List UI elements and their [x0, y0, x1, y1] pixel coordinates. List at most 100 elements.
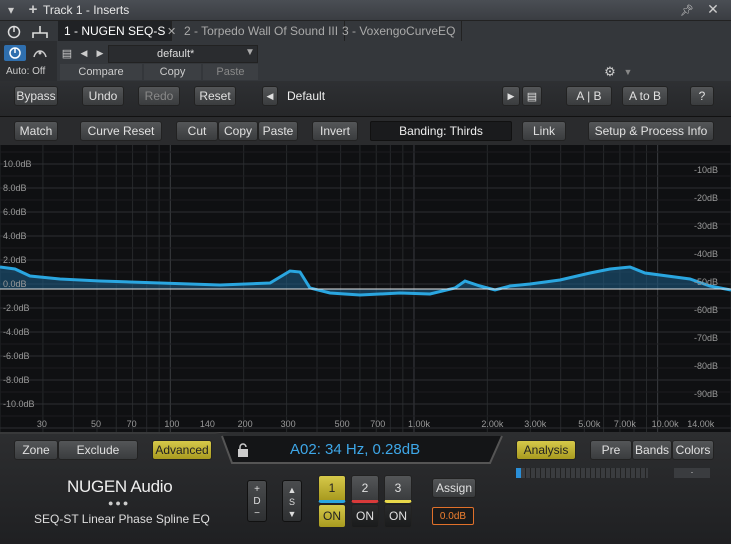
product-name: SEQ-ST Linear Phase Spline EQ	[34, 512, 210, 526]
brand-dots: ●●●	[108, 498, 131, 508]
db-label-left: 2.0dB	[3, 255, 27, 265]
bands-button[interactable]: Bands	[632, 440, 672, 460]
collapse-icon[interactable]: ▾	[4, 3, 18, 17]
db-label-left: -10.0dB	[3, 399, 35, 409]
meter-control[interactable]: ·	[674, 468, 710, 478]
db-label-left: 6.0dB	[3, 207, 27, 217]
db-label-left: -6.0dB	[3, 351, 30, 361]
auto-label: Auto: Off	[6, 66, 46, 77]
curve-reset-button[interactable]: Curve Reset	[80, 121, 162, 141]
slot-2-button[interactable]: 2	[351, 475, 379, 503]
invert-button[interactable]: Invert	[312, 121, 358, 141]
paste-button[interactable]: Paste	[203, 64, 258, 80]
slot-2-on-button[interactable]: ON	[351, 504, 379, 528]
link-button[interactable]: Link	[522, 121, 566, 141]
setup-process-info-button[interactable]: Setup & Process Info	[588, 121, 714, 141]
reset-button[interactable]: Reset	[194, 86, 236, 106]
banding-select[interactable]: Banding: Thirds	[370, 121, 512, 141]
freq-label: 300	[280, 419, 296, 429]
prev-preset-icon[interactable]: ◀	[78, 46, 90, 60]
a-to-b-button[interactable]: A to B	[622, 86, 668, 106]
freq-label: 100	[164, 419, 180, 429]
help-button[interactable]: ?	[690, 86, 714, 106]
eq-graph-canvas[interactable]	[0, 145, 731, 432]
db-label-left: 4.0dB	[3, 231, 27, 241]
freq-label: 5.00k	[578, 419, 601, 429]
freq-label: 200	[237, 419, 253, 429]
slot-3-on-button[interactable]: ON	[384, 504, 412, 528]
d-stepper[interactable]: + D −	[247, 480, 267, 522]
assign-button[interactable]: Assign	[432, 478, 476, 498]
redo-button[interactable]: Redo	[138, 86, 180, 106]
tab-seq[interactable]: 1 - NUGEN SEQ-S	[58, 21, 173, 41]
gain-readout[interactable]: 0.0dB	[432, 507, 474, 525]
s-stepper[interactable]: ▲ S ▼	[282, 480, 302, 522]
freq-label: 3.00k	[524, 419, 547, 429]
db-label-left: -4.0dB	[3, 327, 30, 337]
routing-icon[interactable]	[30, 24, 50, 40]
exclude-button[interactable]: Exclude	[58, 440, 138, 460]
copy-curve-button[interactable]: Copy	[218, 121, 258, 141]
analysis-button[interactable]: Analysis	[516, 440, 576, 460]
gear-icon[interactable]: ⚙	[602, 64, 618, 80]
prev-preset-button[interactable]: ◀	[262, 86, 278, 106]
colors-button[interactable]: Colors	[672, 440, 714, 460]
tab-voxengo[interactable]: 3 - VoxengoCurveEQ	[336, 21, 463, 41]
pre-button[interactable]: Pre	[590, 440, 632, 460]
window-title: Track 1 - Inserts	[43, 3, 130, 17]
lock-icon[interactable]	[236, 442, 250, 458]
advanced-button[interactable]: Advanced	[152, 440, 212, 460]
slot-1-button[interactable]: 1	[318, 475, 346, 503]
zone-button[interactable]: Zone	[14, 440, 58, 460]
db-label-left: 10.0dB	[3, 159, 32, 169]
d-label: D	[253, 496, 261, 507]
tab-torpedo[interactable]: 2 - Torpedo Wall Of Sound III	[178, 21, 346, 41]
freq-label: 30	[36, 419, 47, 429]
bypass-button[interactable]: Bypass	[14, 86, 58, 106]
freq-label: 70	[126, 419, 137, 429]
brand-logo: NUGEN Audio	[67, 477, 173, 496]
freq-label: 2.00k	[481, 419, 504, 429]
db-label-right: -10dB	[694, 165, 719, 175]
db-label-left: -2.0dB	[3, 303, 30, 313]
power-button[interactable]	[4, 45, 26, 61]
add-icon[interactable]: +	[26, 1, 40, 18]
compare-button[interactable]: Compare	[60, 64, 142, 80]
slot-1-on-button[interactable]: ON	[318, 504, 346, 528]
preset-list-icon[interactable]: ▤	[522, 86, 542, 106]
db-label-right: -50dB	[694, 277, 719, 287]
match-button[interactable]: Match	[14, 121, 58, 141]
db-label-right: -20dB	[694, 193, 719, 203]
window-titlebar: ▾ + Track 1 - Inserts 📌︎ ✕	[0, 0, 731, 21]
next-preset-icon[interactable]: ▶	[94, 46, 106, 60]
slot-3-button[interactable]: 3	[384, 475, 412, 503]
db-label-right: -30dB	[694, 221, 719, 231]
copy-button[interactable]: Copy	[144, 64, 201, 80]
paste-curve-button[interactable]: Paste	[258, 121, 298, 141]
undo-button[interactable]: Undo	[82, 86, 124, 106]
automation-icon[interactable]	[30, 45, 50, 61]
next-preset-button[interactable]: ▶	[502, 86, 520, 106]
chevron-down-icon[interactable]: ▼	[622, 65, 634, 79]
pin-icon[interactable]: 📌︎	[680, 3, 694, 17]
db-label-left: -8.0dB	[3, 375, 30, 385]
eq-toolbar: Match Curve Reset Cut Copy Paste Invert …	[0, 117, 731, 145]
tab-close-icon[interactable]: ✕	[167, 25, 176, 38]
chevron-down-icon: ▼	[245, 47, 255, 58]
freq-label: 7.00k	[613, 419, 636, 429]
freq-label: 50	[90, 419, 101, 429]
db-label-right: -80dB	[694, 361, 719, 371]
ab-button[interactable]: A | B	[566, 86, 612, 106]
s-label: S	[288, 497, 295, 507]
close-icon[interactable]: ✕	[706, 1, 720, 17]
eq-graph[interactable]: 10.0dB 8.0dB 6.0dB 4.0dB 2.0dB 0.0dB -2.0dB -4.…	[0, 145, 731, 432]
plugin-toolbar: Bypass Undo Redo Reset ◀ Default ▶ ▤ A |…	[0, 81, 731, 117]
cut-button[interactable]: Cut	[176, 121, 218, 141]
db-label-right: -60dB	[694, 305, 719, 315]
preset-select[interactable]: default* ▼	[108, 45, 258, 63]
power-icon[interactable]	[6, 24, 22, 40]
preset-menu-icon[interactable]: ▤	[60, 46, 74, 60]
preset-name: Default	[287, 89, 326, 103]
freq-label: 1.00k	[407, 419, 430, 429]
analysis-meter	[516, 468, 648, 478]
